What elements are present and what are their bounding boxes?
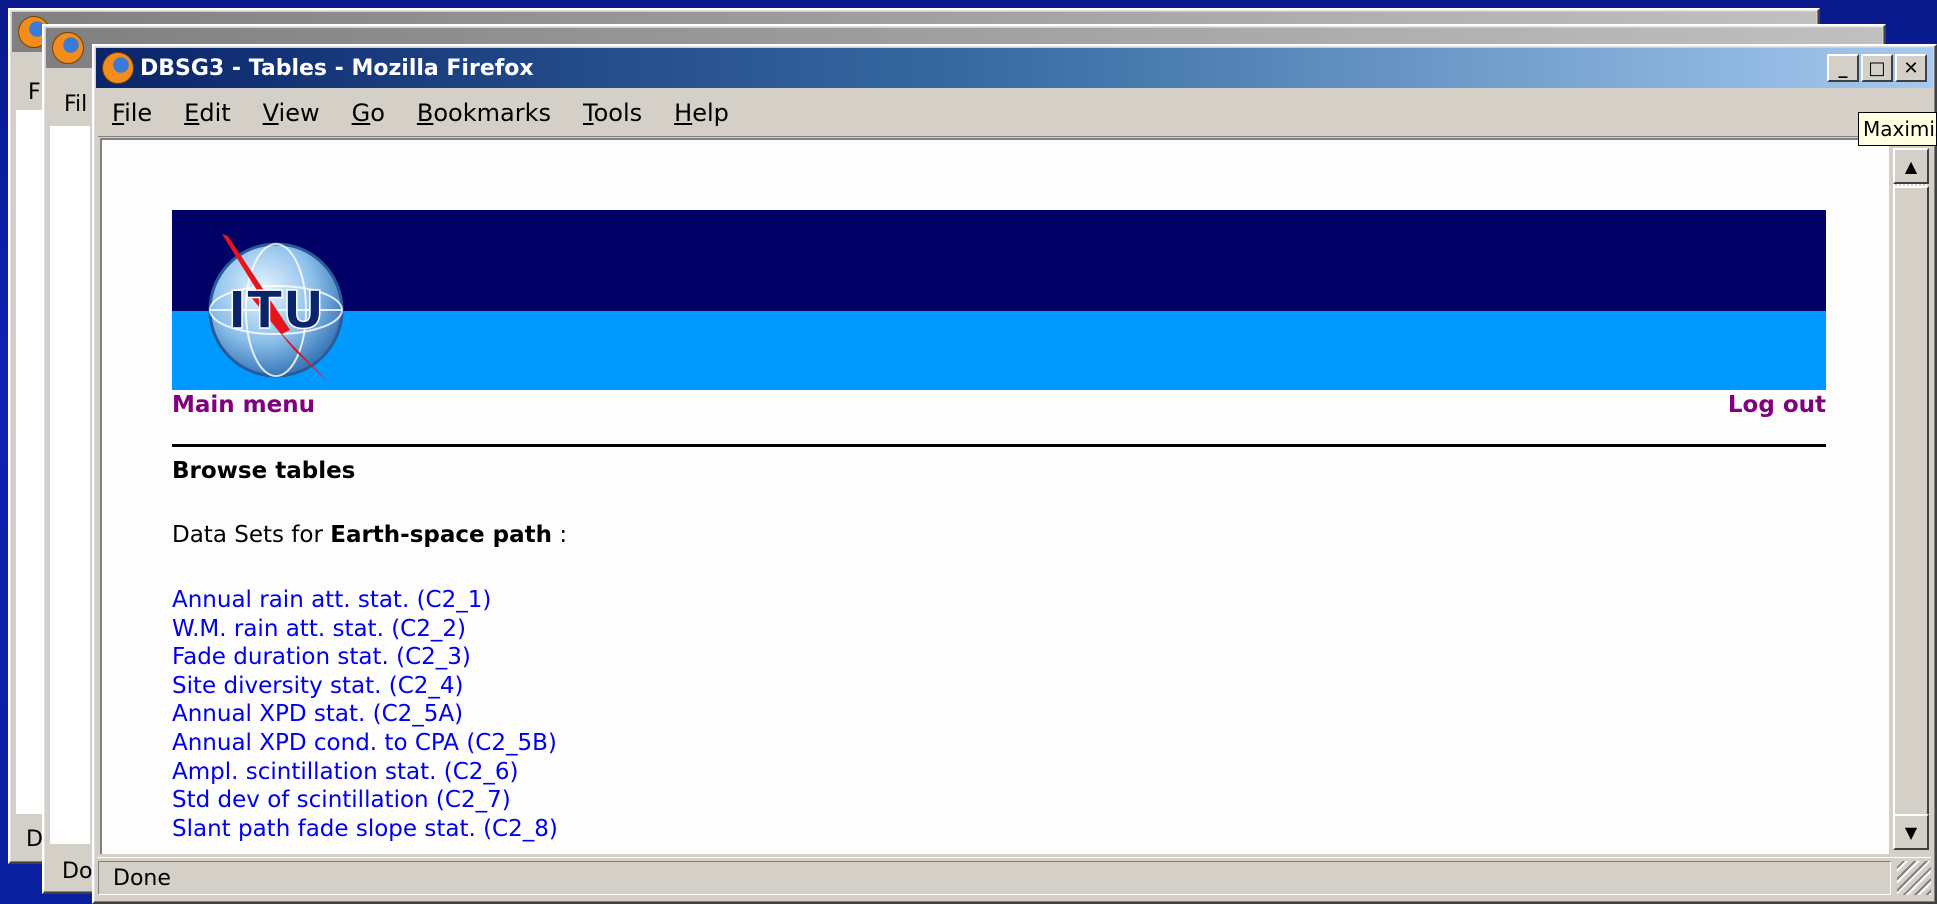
menu-view[interactable]: View [249,99,338,127]
minimize-button[interactable]: _ [1827,54,1859,82]
main-menu-link[interactable]: Main menu [172,392,315,418]
itu-banner: ITU [172,210,1826,390]
datasets-caption: Data Sets for Earth-space path : [172,522,567,548]
dataset-link-c2-5a[interactable]: Annual XPD stat. (C2_5A) [172,700,558,729]
window-title: DBSG3 - Tables - Mozilla Firefox [140,55,534,81]
background-window-2-content [50,126,90,844]
menu-bookmarks[interactable]: Bookmarks [403,99,569,127]
status-text: Done [98,861,1891,895]
page-content: ITU Main menu Log out Browse tables Data… [100,138,1889,854]
firefox-icon [52,32,84,64]
itu-logo[interactable]: ITU [206,222,346,382]
datasets-prefix: Data Sets for [172,522,323,548]
vertical-scrollbar[interactable]: ▲ ▼ [1893,148,1929,850]
scroll-up-button[interactable]: ▲ [1893,148,1929,184]
firefox-window[interactable]: DBSG3 - Tables - Mozilla Firefox _ □ ✕ F… [92,44,1937,904]
status-bar: Done [98,857,1931,898]
background-window-1-menu-peek: F [28,80,41,105]
dataset-links: Annual rain att. stat. (C2_1) W.M. rain … [172,586,558,843]
dataset-link-c2-8[interactable]: Slant path fade slope stat. (C2_8) [172,815,558,844]
dataset-link-c2-2[interactable]: W.M. rain att. stat. (C2_2) [172,615,558,644]
scroll-thumb[interactable] [1893,186,1929,826]
menu-bar: File Edit View Go Bookmarks Tools Help [98,90,1931,137]
maximize-button[interactable]: □ [1861,54,1893,82]
resize-grip[interactable] [1897,861,1931,895]
dataset-link-c2-1[interactable]: Annual rain att. stat. (C2_1) [172,586,558,615]
scroll-down-button[interactable]: ▼ [1893,814,1929,850]
window-titlebar[interactable]: DBSG3 - Tables - Mozilla Firefox _ □ ✕ [96,48,1933,88]
page-heading: Browse tables [172,458,356,484]
close-button[interactable]: ✕ [1895,54,1927,82]
menu-edit[interactable]: Edit [170,99,248,127]
menu-help[interactable]: Help [660,99,747,127]
logo-text: ITU [227,281,324,341]
background-window-2-status-peek: Do [62,859,93,884]
menu-go[interactable]: Go [338,99,403,127]
background-window-1-status-peek: D [26,827,43,852]
dataset-link-c2-6[interactable]: Ampl. scintillation stat. (C2_6) [172,758,558,787]
dataset-link-c2-7[interactable]: Std dev of scintillation (C2_7) [172,786,558,815]
maximize-tooltip: Maximize [1858,112,1937,146]
dataset-link-c2-3[interactable]: Fade duration stat. (C2_3) [172,643,558,672]
window-controls: _ □ ✕ [1827,54,1927,82]
page-nav: Main menu Log out [172,392,1826,426]
divider [172,444,1826,447]
log-out-link[interactable]: Log out [1728,392,1826,418]
firefox-icon [102,52,134,84]
dataset-link-c2-5b[interactable]: Annual XPD cond. to CPA (C2_5B) [172,729,558,758]
datasets-suffix: : [559,522,568,548]
dataset-link-c2-4[interactable]: Site diversity stat. (C2_4) [172,672,558,701]
menu-tools[interactable]: Tools [569,99,660,127]
menu-file[interactable]: File [98,99,170,127]
datasets-subject: Earth-space path [330,522,552,548]
background-window-2-menu-peek: Fil [64,92,88,117]
